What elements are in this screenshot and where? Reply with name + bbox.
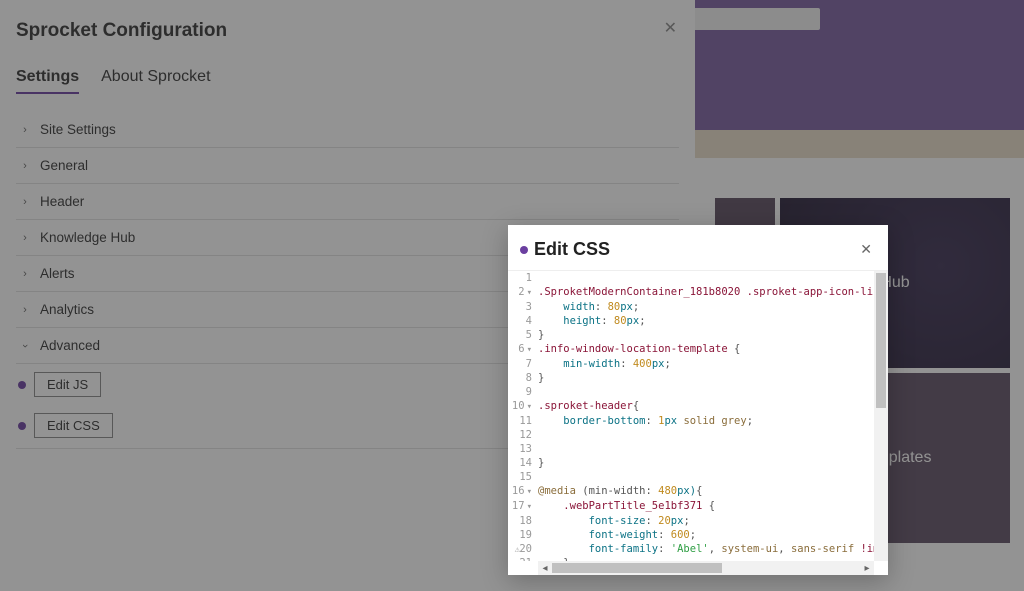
code-editor[interactable]: 1 2▾.SproketModernContainer_181b8020 .sp…	[508, 271, 874, 561]
scroll-right-icon[interactable]: ▸	[860, 563, 874, 574]
editor-header: Edit CSS ✕	[508, 225, 888, 270]
close-icon[interactable]: ✕	[860, 241, 872, 258]
vertical-scrollbar[interactable]	[874, 271, 888, 561]
horizontal-scrollbar[interactable]: ◂ ▸	[538, 561, 874, 575]
bullet-icon	[520, 246, 528, 254]
editor-title: Edit CSS	[520, 239, 860, 260]
scrollbar-thumb[interactable]	[876, 273, 886, 408]
editor-body: 1 2▾.SproketModernContainer_181b8020 .sp…	[508, 270, 888, 575]
warning-icon: ⚠	[510, 543, 520, 553]
scrollbar-thumb[interactable]	[552, 563, 722, 573]
css-editor-dialog: Edit CSS ✕ 1 2▾.SproketModernContainer_1…	[508, 225, 888, 575]
scroll-left-icon[interactable]: ◂	[538, 563, 552, 574]
